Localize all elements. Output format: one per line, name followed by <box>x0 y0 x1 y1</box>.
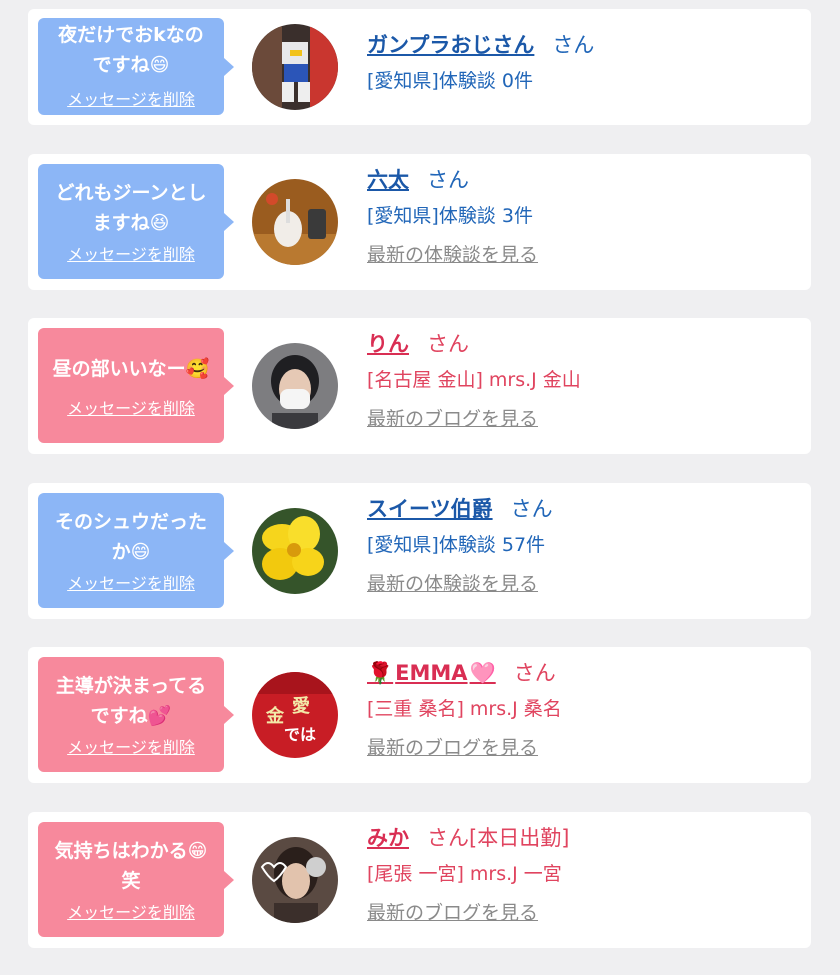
message-text-line: ですね😄 <box>92 54 170 76</box>
avatar[interactable] <box>252 343 338 429</box>
user-meta: [尾張 一宮] mrs.J 一宮 <box>367 863 562 885</box>
user-info: 🌹EMMA🩷 さん [三重 桑名] mrs.J 桑名 最新のブログを見る <box>367 657 562 761</box>
user-name-link[interactable]: 🌹EMMA🩷 <box>367 661 496 685</box>
user-name-link[interactable]: みか <box>367 826 409 850</box>
pink-heart-icon: 🩷 <box>469 661 496 685</box>
message-text-line: ですね💕 <box>90 705 172 727</box>
contact-message-list: 夜だけでおkなの ですね😄 メッセージを削除 ガンプラおじさん さん [愛知県]体… <box>0 0 840 975</box>
svg-text:金: 金 <box>265 705 285 727</box>
message-text-line: 笑 <box>121 870 141 892</box>
user-meta: [愛知県]体験談 57件 <box>367 534 546 556</box>
delete-message-link[interactable]: メッセージを削除 <box>38 395 224 419</box>
message-text-line: 気持ちはわかる😁 <box>54 840 208 862</box>
list-item: 気持ちはわかる😁 笑 メッセージを削除 みか さん[本日出勤] [尾張 一宮] m… <box>28 812 811 948</box>
message-bubble: 主導が決まってる ですね💕 メッセージを削除 <box>38 657 234 772</box>
avatar[interactable]: 金 愛 では <box>252 672 338 758</box>
user-name-link[interactable]: りん <box>367 332 409 356</box>
delete-message-link[interactable]: メッセージを削除 <box>38 241 224 265</box>
user-info: スイーツ伯爵 さん [愛知県]体験談 57件 最新の体験談を見る <box>367 493 553 597</box>
user-info: りん さん [名古屋 金山] mrs.J 金山 最新のブログを見る <box>367 328 581 432</box>
message-text-line: ますね😆 <box>92 212 170 234</box>
latest-post-link[interactable]: 最新の体験談を見る <box>367 571 538 597</box>
svg-text:愛: 愛 <box>292 695 310 717</box>
user-meta: [愛知県]体験談 3件 <box>367 205 533 227</box>
avatar[interactable] <box>252 179 338 265</box>
user-meta: [愛知県]体験談 0件 <box>367 70 533 92</box>
message-text-line: どれもジーンとし <box>55 182 207 204</box>
latest-post-link[interactable]: 最新のブログを見る <box>367 900 538 926</box>
message-bubble: 昼の部いいなー🥰 メッセージを削除 <box>38 328 234 443</box>
honorific-label: さん <box>513 661 556 685</box>
message-text-line: 夜だけでおkなの <box>58 24 204 46</box>
message-text-line: そのシュウだった <box>54 511 207 533</box>
rose-icon: 🌹 <box>367 661 394 685</box>
delete-message-link[interactable]: メッセージを削除 <box>38 734 224 758</box>
avatar[interactable] <box>252 837 338 923</box>
user-info: みか さん[本日出勤] [尾張 一宮] mrs.J 一宮 最新のブログを見る <box>367 822 569 926</box>
list-item: 夜だけでおkなの ですね😄 メッセージを削除 ガンプラおじさん さん [愛知県]体… <box>28 9 811 125</box>
user-name-link[interactable]: ガンプラおじさん <box>367 33 534 57</box>
user-info: 六太 さん [愛知県]体験談 3件 最新の体験談を見る <box>367 164 538 268</box>
user-meta: [三重 桑名] mrs.J 桑名 <box>367 698 562 720</box>
latest-post-link[interactable]: 最新のブログを見る <box>367 406 538 432</box>
message-text-line: 昼の部いいなー🥰 <box>52 358 210 380</box>
honorific-label: さん <box>427 168 469 192</box>
user-meta: [名古屋 金山] mrs.J 金山 <box>367 369 581 391</box>
user-name-link[interactable]: スイーツ伯爵 <box>367 497 493 521</box>
message-text-line: 主導が決まってる <box>55 675 207 697</box>
message-bubble: 気持ちはわかる😁 笑 メッセージを削除 <box>38 822 234 937</box>
message-bubble: そのシュウだった か😄 メッセージを削除 <box>38 493 234 608</box>
user-name-link[interactable]: 六太 <box>367 168 409 192</box>
message-bubble: 夜だけでおkなの ですね😄 メッセージを削除 <box>38 18 234 115</box>
delete-message-link[interactable]: メッセージを削除 <box>38 899 224 923</box>
list-item: どれもジーンとし ますね😆 メッセージを削除 六太 さん [愛知県]体験談 3件 … <box>28 154 811 290</box>
latest-post-link[interactable]: 最新の体験談を見る <box>367 242 538 268</box>
honorific-label: さん[本日出勤] <box>427 826 570 850</box>
list-item: そのシュウだった か😄 メッセージを削除 スイーツ伯爵 さん [愛知県]体験談 5… <box>28 483 811 619</box>
honorific-label: さん <box>552 33 595 57</box>
honorific-label: さん <box>510 497 553 521</box>
avatar[interactable] <box>252 508 338 594</box>
latest-post-link[interactable]: 最新のブログを見る <box>367 735 538 761</box>
svg-text:では: では <box>284 725 316 744</box>
list-item: 主導が決まってる ですね💕 メッセージを削除 金 愛 では 🌹EMMA🩷 さん [… <box>28 647 811 783</box>
message-text-line: か😄 <box>111 541 151 563</box>
delete-message-link[interactable]: メッセージを削除 <box>38 86 224 110</box>
user-info: ガンプラおじさん さん [愛知県]体験談 0件 <box>367 29 594 95</box>
avatar[interactable] <box>252 24 338 110</box>
message-bubble: どれもジーンとし ますね😆 メッセージを削除 <box>38 164 234 279</box>
delete-message-link[interactable]: メッセージを削除 <box>38 570 224 594</box>
list-item: 昼の部いいなー🥰 メッセージを削除 りん さん [名古屋 金山] mrs.J 金山… <box>28 318 811 454</box>
honorific-label: さん <box>427 332 469 356</box>
